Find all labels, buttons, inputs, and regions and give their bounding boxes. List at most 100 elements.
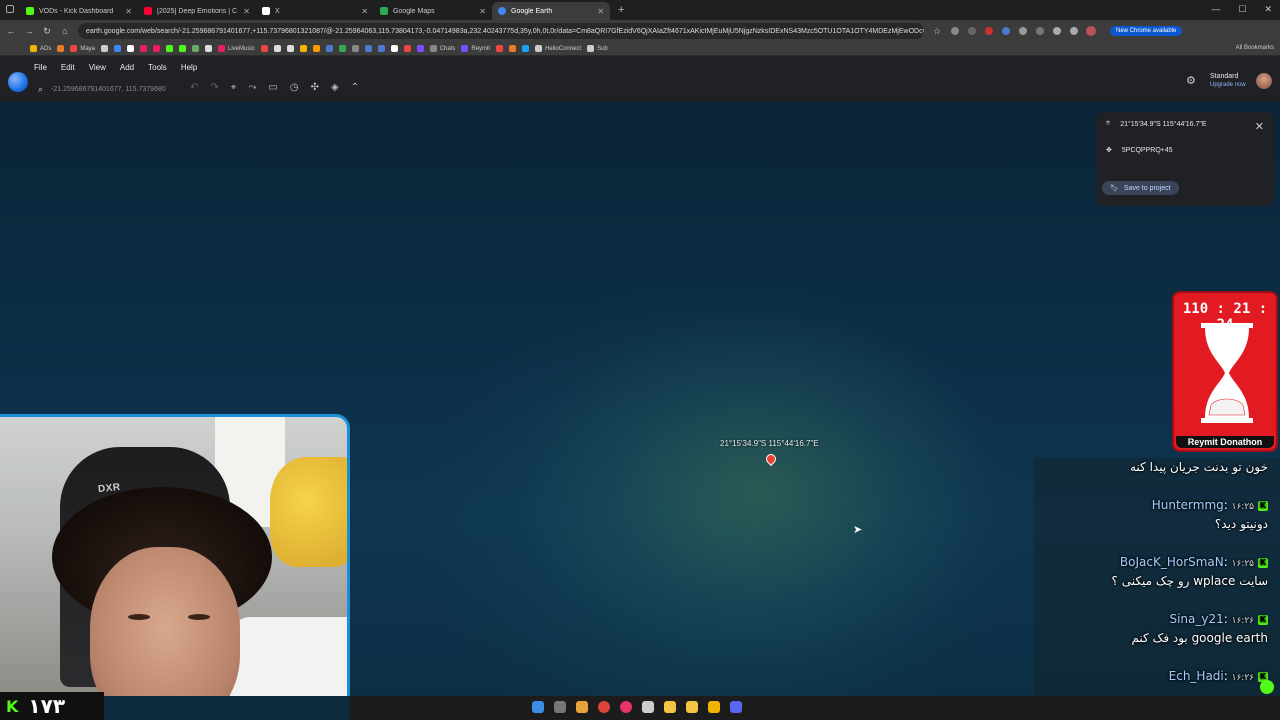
bookmark-icon[interactable]	[101, 45, 109, 52]
bookmark-icon[interactable]	[273, 45, 281, 52]
app-icon[interactable]	[642, 701, 654, 713]
app-icon[interactable]	[664, 701, 676, 713]
chat-username[interactable]: BoJacK_HorSmaN	[1120, 555, 1224, 569]
extension-icon[interactable]	[968, 27, 976, 35]
bookmark-item[interactable]: HelioConnect	[535, 45, 581, 52]
folder-icon[interactable]	[708, 701, 720, 713]
download-icon[interactable]	[1053, 27, 1061, 35]
bookmark-icon[interactable]	[192, 45, 200, 52]
bookmark-item[interactable]: Maya	[70, 45, 95, 52]
tab-close-icon[interactable]: ✕	[361, 7, 368, 16]
bookmark-item[interactable]: Reymit	[461, 45, 490, 52]
bookmark-icon[interactable]	[416, 45, 424, 52]
bookmark-icon[interactable]	[509, 45, 517, 52]
taskview-icon[interactable]	[554, 701, 566, 713]
forward-icon[interactable]: →	[24, 26, 34, 36]
extension-icon[interactable]	[1002, 27, 1010, 35]
bookmark-icon[interactable]	[299, 45, 307, 52]
bookmark-icon[interactable]	[286, 45, 294, 52]
history-icon[interactable]: ◷	[290, 82, 299, 93]
layers-icon[interactable]: ◈	[331, 82, 339, 93]
undo-icon[interactable]: ↶	[190, 82, 198, 93]
google-earth-logo[interactable]	[8, 72, 28, 92]
bookmark-icon[interactable]	[114, 45, 122, 52]
satellite-icon[interactable]: ✣	[311, 82, 319, 93]
tab-youtube[interactable]: [2025] Deep Emotions | C ✕	[138, 2, 256, 20]
save-to-project-button[interactable]: 🔖︎ Save to project	[1102, 181, 1179, 195]
bookmark-icon[interactable]	[338, 45, 346, 52]
bookmark-icon[interactable]	[127, 45, 135, 52]
chat-icon[interactable]	[1260, 680, 1274, 694]
bookmark-icon[interactable]	[153, 45, 161, 52]
menu-add[interactable]: Add	[120, 63, 134, 72]
back-icon[interactable]: ←	[6, 26, 16, 36]
tab-kick-dashboard[interactable]: VODs - Kick Dashboard ✕	[20, 2, 138, 20]
menu-view[interactable]: View	[89, 63, 106, 72]
extension-icon[interactable]	[985, 27, 993, 35]
app-icon[interactable]	[576, 701, 588, 713]
tab-google-maps[interactable]: Google Maps ✕	[374, 2, 492, 20]
user-avatar[interactable]	[1256, 73, 1272, 89]
settings-gear-icon[interactable]: ⚙	[1186, 74, 1196, 87]
tab-close-icon[interactable]: ✕	[479, 7, 486, 16]
menu-edit[interactable]: Edit	[61, 63, 75, 72]
bookmark-icon[interactable]	[351, 45, 359, 52]
media-icon[interactable]	[620, 701, 632, 713]
bookmark-item[interactable]: Chats	[429, 45, 455, 52]
search-input[interactable]: -21.259686791401677, 115.7379680	[51, 86, 166, 93]
bookmark-icon[interactable]	[325, 45, 333, 52]
home-icon[interactable]: ⌂	[60, 26, 70, 36]
tab-close-icon[interactable]: ✕	[597, 7, 604, 16]
bookmark-icon[interactable]	[390, 45, 398, 52]
earth-search[interactable]: ⌕ -21.259686791401677, 115.7379680	[38, 82, 183, 96]
tab-close-icon[interactable]: ✕	[125, 7, 132, 16]
bookmark-item[interactable]: ADs	[30, 45, 51, 52]
tab-google-earth[interactable]: Google Earth ✕	[492, 2, 610, 20]
bookmark-icon[interactable]	[364, 45, 372, 52]
plan-label[interactable]: Standard Upgrade now	[1210, 72, 1246, 90]
chat-username[interactable]: Ech_Hadi	[1169, 669, 1224, 683]
bookmark-icon[interactable]	[260, 45, 268, 52]
notes-icon[interactable]	[686, 701, 698, 713]
bookmark-icon[interactable]	[140, 45, 148, 52]
discord-icon[interactable]	[730, 701, 742, 713]
chat-username[interactable]: Huntermmg	[1152, 498, 1224, 512]
extension-icon[interactable]	[1070, 27, 1078, 35]
profile-avatar[interactable]	[1086, 26, 1096, 36]
kick-icon[interactable]	[166, 45, 174, 52]
menu-help[interactable]: Help	[181, 63, 197, 72]
chrome-update-button[interactable]: New Chrome available	[1110, 26, 1183, 36]
bookmark-icon[interactable]	[312, 45, 320, 52]
bookmark-icon[interactable]	[496, 45, 504, 52]
bookmark-icon[interactable]	[57, 45, 65, 52]
add-path-icon[interactable]: ⤳	[248, 82, 256, 93]
bookmark-icon[interactable]	[377, 45, 385, 52]
extension-icon[interactable]	[951, 27, 959, 35]
chat-username[interactable]: Sina_y21	[1169, 612, 1223, 626]
chrome-icon[interactable]	[598, 701, 610, 713]
menu-file[interactable]: File	[34, 63, 47, 72]
minimize-icon[interactable]: —	[1211, 4, 1220, 15]
url-field[interactable]: earth.google.com/web/search/-21.25968679…	[78, 23, 924, 39]
tab-search-icon[interactable]	[6, 5, 14, 13]
menu-tools[interactable]: Tools	[148, 63, 167, 72]
close-window-icon[interactable]: ✕	[1264, 4, 1272, 15]
collapse-icon[interactable]: ⌃	[351, 82, 359, 93]
maximize-icon[interactable]: ☐	[1238, 4, 1246, 15]
extension-icon[interactable]	[1019, 27, 1027, 35]
redo-icon[interactable]: ↷	[210, 82, 218, 93]
bookmark-item[interactable]: LiveMusic	[218, 45, 255, 52]
add-placemark-icon[interactable]: ⌖	[231, 82, 237, 93]
close-card-icon[interactable]: ✕	[1255, 120, 1264, 133]
bookmark-star-icon[interactable]: ☆	[932, 26, 942, 37]
bookmark-item[interactable]: Sub	[587, 45, 608, 52]
all-bookmarks-button[interactable]: All Bookmarks	[1236, 45, 1274, 51]
measure-icon[interactable]: ▭	[268, 82, 277, 93]
new-tab-button[interactable]: +	[618, 4, 624, 16]
kick-icon[interactable]	[179, 45, 187, 52]
bookmark-icon[interactable]	[205, 45, 213, 52]
tab-x[interactable]: X ✕	[256, 2, 374, 20]
bookmark-icon[interactable]	[522, 45, 530, 52]
tab-close-icon[interactable]: ✕	[243, 7, 250, 16]
extension-icon[interactable]	[1036, 27, 1044, 35]
